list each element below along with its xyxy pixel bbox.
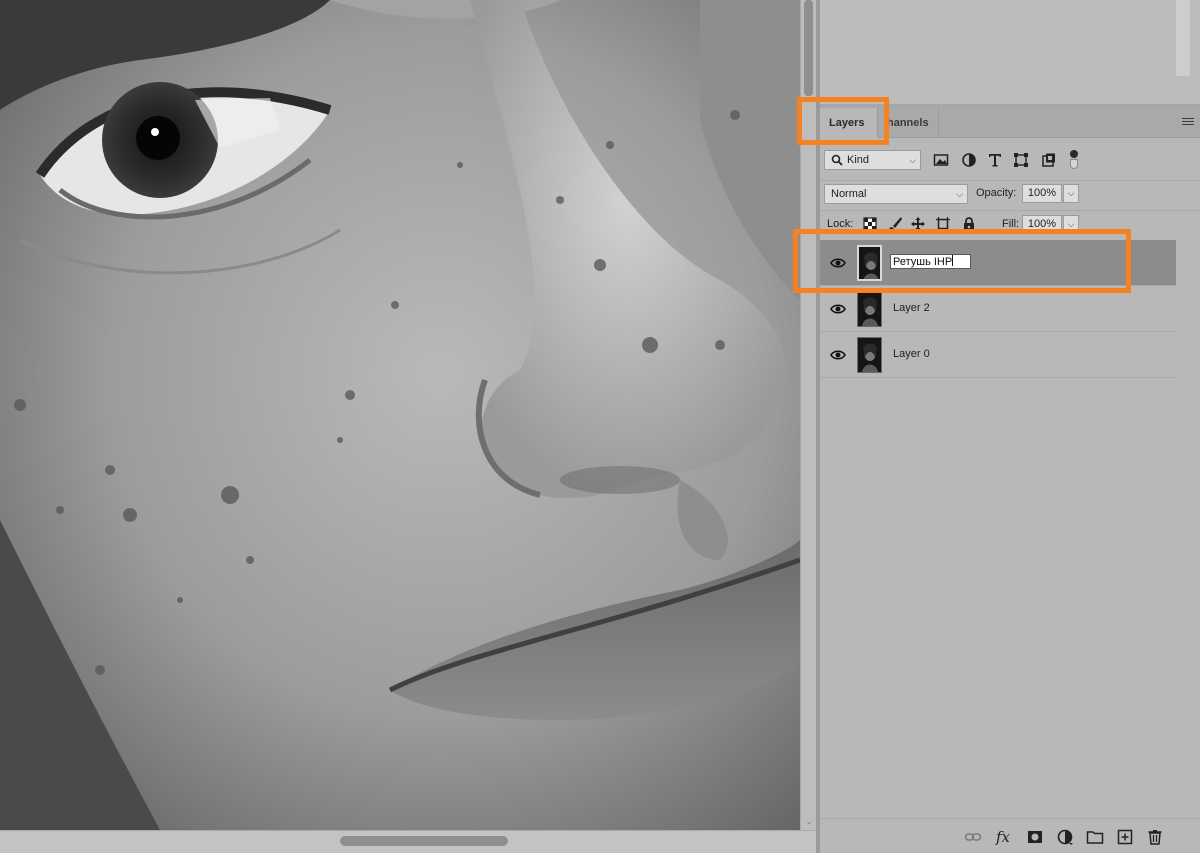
visibility-eye-icon[interactable] bbox=[830, 302, 846, 316]
fx-icon[interactable]: fx bbox=[996, 828, 1014, 846]
canvas-vertical-scrollbar[interactable]: ⌄ bbox=[800, 0, 816, 830]
panel-menu-icon[interactable] bbox=[1182, 118, 1194, 127]
blend-mode-value: Normal bbox=[831, 188, 867, 200]
layer-name-input[interactable]: Ретушь IHP bbox=[890, 254, 971, 269]
tab-layers[interactable]: Layers bbox=[820, 108, 877, 138]
panel-tab-bar: Layers hannels bbox=[820, 106, 1200, 138]
shape-filter-icon[interactable] bbox=[1013, 152, 1029, 168]
add-mask-icon[interactable] bbox=[1026, 828, 1044, 846]
lock-row: Lock: Fill: 100% ⌵ bbox=[820, 210, 1200, 236]
blend-mode-dropdown[interactable]: Normal ⌵ bbox=[824, 184, 968, 204]
chevron-down-icon: ⌵ bbox=[909, 155, 916, 165]
lock-all-icon[interactable] bbox=[961, 216, 977, 232]
layer-row-layer-2[interactable]: Layer 2 bbox=[820, 286, 1176, 332]
search-icon bbox=[831, 154, 843, 166]
new-adjustment-layer-icon[interactable] bbox=[1056, 828, 1074, 846]
layers-bottom-bar: fx bbox=[820, 818, 1200, 853]
chevron-down-icon: ⌵ bbox=[956, 189, 963, 199]
fill-field[interactable]: 100% bbox=[1022, 215, 1062, 234]
document-canvas[interactable] bbox=[0, 0, 800, 830]
canvas-horizontal-scrollbar[interactable] bbox=[0, 830, 818, 853]
new-layer-icon[interactable] bbox=[1116, 828, 1134, 846]
image-filter-icon[interactable] bbox=[933, 152, 949, 168]
layer-thumbnail[interactable] bbox=[857, 245, 882, 281]
lock-image-pixels-icon[interactable] bbox=[887, 216, 903, 232]
filter-kind-dropdown[interactable]: Kind ⌵ bbox=[824, 150, 921, 170]
tab-channels[interactable]: hannels bbox=[877, 108, 939, 138]
layer-name-text: Ретушь IHP bbox=[893, 256, 953, 268]
layer-name: Layer 0 bbox=[893, 348, 930, 360]
lock-position-icon[interactable] bbox=[910, 216, 926, 232]
upper-panel-scrollbar[interactable] bbox=[1176, 0, 1190, 76]
new-group-icon[interactable] bbox=[1086, 828, 1104, 846]
filter-toggle-switch[interactable] bbox=[1070, 150, 1078, 169]
delete-layer-icon[interactable] bbox=[1146, 828, 1164, 846]
lock-artboard-icon[interactable] bbox=[935, 216, 951, 232]
opacity-chevron-icon[interactable]: ⌵ bbox=[1063, 184, 1079, 203]
visibility-eye-icon[interactable] bbox=[830, 348, 846, 362]
opacity-field[interactable]: 100% bbox=[1022, 184, 1062, 203]
adjustment-filter-icon[interactable] bbox=[961, 152, 977, 168]
type-filter-icon[interactable] bbox=[987, 152, 1003, 168]
lock-transparent-pixels-icon[interactable] bbox=[862, 216, 878, 232]
layer-name: Layer 2 bbox=[893, 302, 930, 314]
filter-kind-label: Kind bbox=[847, 154, 870, 166]
layer-list: Ретушь IHP Layer 2 Layer 0 bbox=[820, 240, 1176, 378]
horizontal-scroll-thumb[interactable] bbox=[340, 836, 508, 846]
layer-row-retouch[interactable]: Ретушь IHP bbox=[820, 240, 1176, 286]
face-photo bbox=[0, 0, 800, 830]
blend-row: Normal ⌵ Opacity: 100% ⌵ bbox=[820, 180, 1200, 206]
smart-object-filter-icon[interactable] bbox=[1041, 152, 1057, 168]
fill-label: Fill: bbox=[1002, 218, 1020, 230]
layer-filter-row: Kind ⌵ bbox=[820, 146, 1200, 174]
vertical-scroll-thumb[interactable] bbox=[804, 0, 813, 96]
layer-thumbnail[interactable] bbox=[857, 291, 882, 327]
layer-row-layer-0[interactable]: Layer 0 bbox=[820, 332, 1176, 378]
visibility-eye-icon[interactable] bbox=[830, 256, 846, 270]
link-layers-icon[interactable] bbox=[964, 828, 982, 846]
opacity-label: Opacity: bbox=[976, 187, 1017, 199]
scroll-down-icon[interactable]: ⌄ bbox=[804, 818, 814, 826]
fill-chevron-icon[interactable]: ⌵ bbox=[1063, 215, 1079, 234]
upper-panel bbox=[820, 0, 1200, 104]
lock-label: Lock: bbox=[827, 218, 854, 230]
layers-panel: Layers hannels Kind ⌵ Normal ⌵ Opacity: … bbox=[820, 104, 1200, 853]
layer-thumbnail[interactable] bbox=[857, 337, 882, 373]
